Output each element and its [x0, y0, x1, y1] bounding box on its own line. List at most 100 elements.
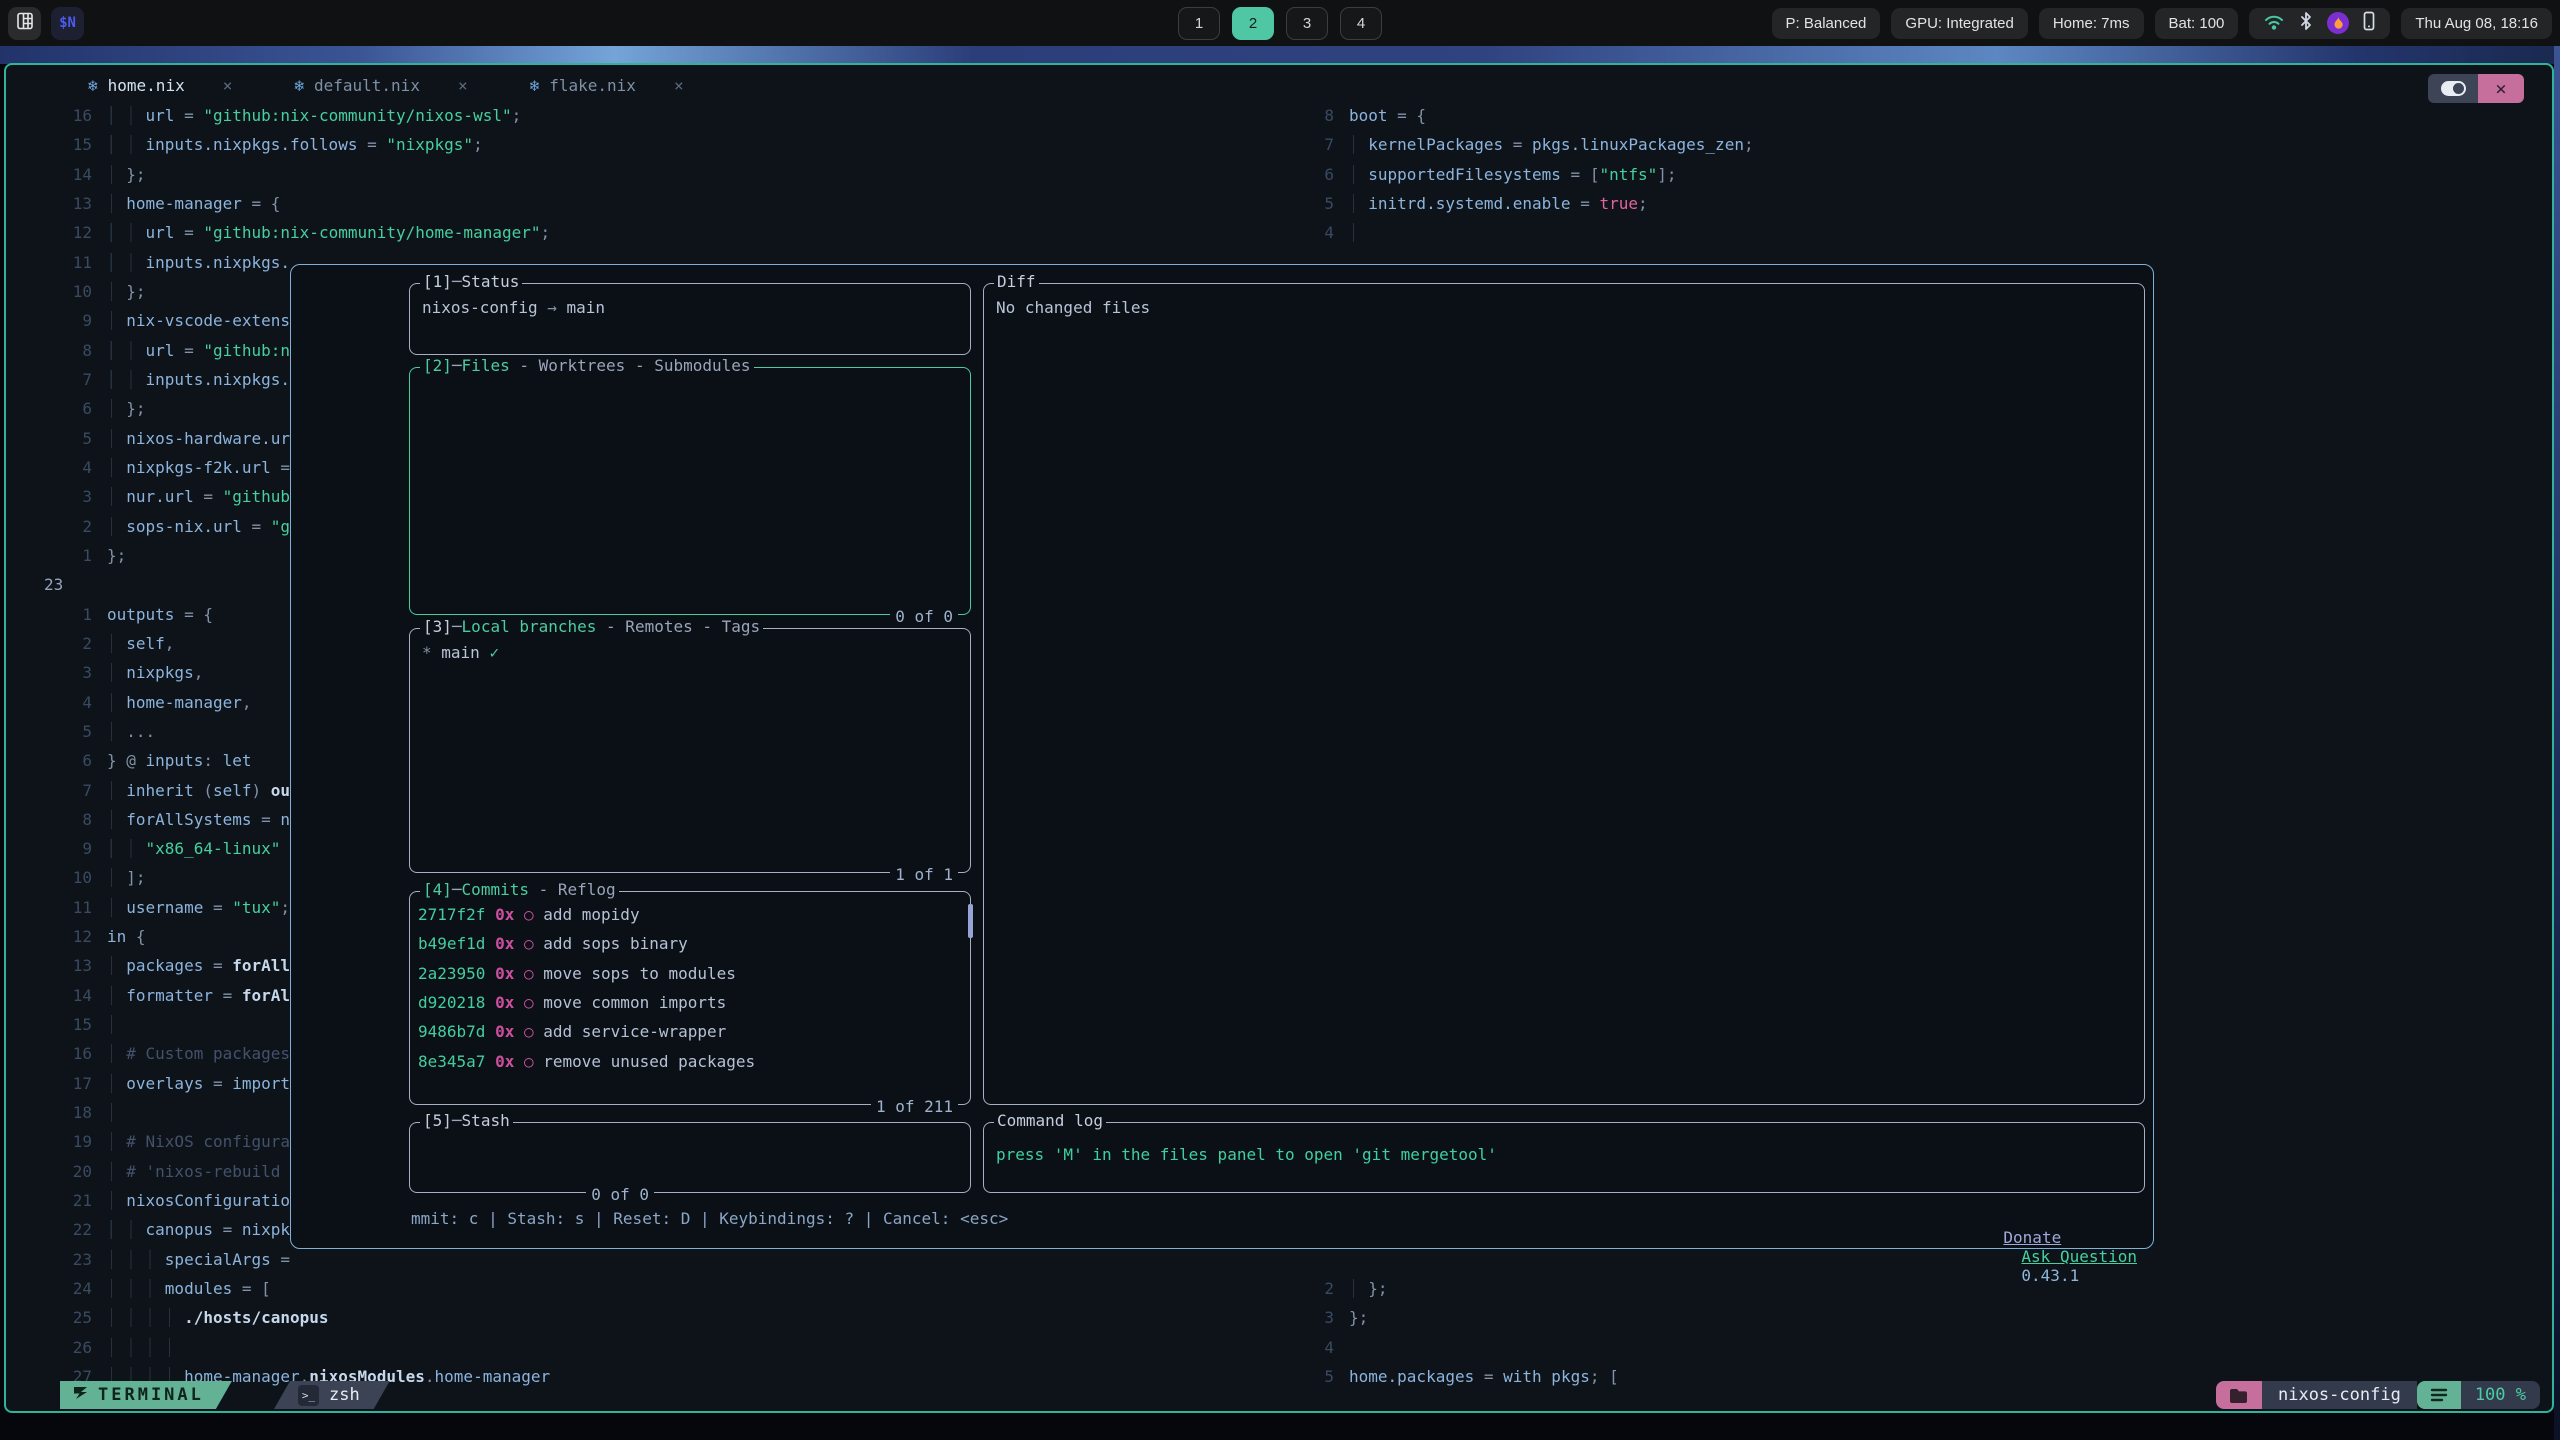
commit-row[interactable]: 8e345a7 0x ○ remove unused packages	[418, 1047, 962, 1076]
workspace-button-4[interactable]: 4	[1340, 7, 1382, 40]
current-line-number: 23	[44, 575, 92, 594]
code-text: packages = forAll	[107, 956, 290, 975]
line-number: 21	[44, 1191, 92, 1210]
line-number: 11	[44, 253, 92, 272]
code-line: 7 inputs.nixpkgs.	[44, 365, 290, 394]
donate-link[interactable]: Donate	[2003, 1228, 2061, 1247]
bluetooth-icon[interactable]	[2298, 11, 2314, 35]
code-text: ./hosts/canopus	[107, 1308, 329, 1327]
tab-label: default.nix	[314, 76, 420, 95]
line-number: 15	[44, 135, 92, 154]
code-line: 7 inherit (self) ou	[44, 775, 290, 804]
close-icon: ×	[2495, 78, 2506, 100]
status-panel-content: nixos-config → main	[410, 284, 970, 331]
line-number: 19	[44, 1132, 92, 1151]
commit-hash: 2717f2f	[418, 905, 485, 924]
commits-scrollbar[interactable]	[968, 904, 973, 938]
workspace-button-2[interactable]: 2	[1232, 7, 1274, 40]
commit-row[interactable]: 9486b7d 0x ○ add service-wrapper	[418, 1017, 962, 1046]
line-number: 6	[44, 399, 92, 418]
status-pill-1[interactable]: GPU: Integrated	[1891, 8, 2027, 39]
status-pill-2[interactable]: Home: 7ms	[2039, 8, 2144, 39]
close-window-button[interactable]: ×	[2478, 74, 2524, 103]
toggle-icon	[2441, 81, 2466, 96]
tab-home.nix[interactable]: ❄home.nix×	[88, 76, 232, 95]
code-text: self,	[107, 634, 174, 653]
tab-close-icon[interactable]: ×	[674, 76, 684, 95]
code-line: 18	[44, 1098, 126, 1127]
commit-hash: 2a23950	[418, 964, 485, 983]
code-line: 13 home-manager = {	[44, 189, 280, 218]
line-number: 9	[44, 311, 92, 330]
line-number: 2	[44, 634, 92, 653]
line-number: 13	[44, 194, 92, 213]
code-text: };	[1349, 1279, 1388, 1298]
pin-toggle-button[interactable]	[2428, 74, 2478, 103]
commit-graph-node-icon: ○	[514, 934, 533, 953]
nix-shell-button[interactable]: $N	[51, 7, 84, 40]
line-number: 14	[44, 986, 92, 1005]
branches-panel-title: [3]─Local branches - Remotes - Tags	[420, 617, 763, 636]
shell-tab[interactable]: >_ zsh	[274, 1381, 390, 1409]
workspace-button-3[interactable]: 3	[1286, 7, 1328, 40]
code-text: initrd.systemd.enable = true;	[1349, 194, 1648, 213]
code-line: 21 nixosConfiguratio	[44, 1186, 290, 1215]
code-text	[1349, 223, 1368, 242]
topbar-right-group: P: Balanced GPU: Integrated Home: 7ms Bat: …	[1772, 8, 2552, 39]
tab-close-icon[interactable]: ×	[223, 76, 233, 95]
lazygit-branches-panel[interactable]: [3]─Local branches - Remotes - Tags * ma…	[409, 628, 971, 873]
line-number: 25	[44, 1308, 92, 1327]
code-line: 3};	[1286, 1303, 1368, 1332]
line-number: 4	[44, 458, 92, 477]
line-number: 7	[44, 781, 92, 800]
code-text: formatter = forAl	[107, 986, 290, 1005]
firefox-flame-icon[interactable]	[2327, 12, 2349, 34]
tab-flake.nix[interactable]: ❄flake.nix×	[530, 76, 684, 95]
commit-graph-node-icon: ○	[514, 993, 533, 1012]
line-number: 1	[44, 546, 92, 565]
commit-row[interactable]: 2717f2f 0x ○ add mopidy	[418, 900, 962, 929]
code-line: 10 ];	[44, 863, 146, 892]
app-launcher-button[interactable]	[8, 7, 41, 40]
lazygit-diff-panel[interactable]: Diff No changed files	[983, 283, 2145, 1105]
lazygit-command-log-panel[interactable]: Command log press 'M' in the files panel…	[983, 1122, 2145, 1193]
code-line: 1};	[44, 541, 126, 570]
line-number: 10	[44, 282, 92, 301]
commits-count: 1 of 211	[871, 1097, 958, 1116]
system-tray[interactable]	[2249, 8, 2390, 39]
status-pill-0[interactable]: P: Balanced	[1772, 8, 1881, 39]
code-line: 23 specialArgs =	[44, 1244, 290, 1273]
lazygit-status-panel[interactable]: [1]─Status nixos-config → main	[409, 283, 971, 355]
lazygit-stash-panel[interactable]: [5]─Stash 0 of 0	[409, 1122, 971, 1193]
phone-icon[interactable]	[2362, 11, 2376, 35]
mode-badge: TERMINAL	[60, 1381, 232, 1409]
line-number: 4	[44, 693, 92, 712]
line-number: 18	[44, 1103, 92, 1122]
tab-close-icon[interactable]: ×	[458, 76, 468, 95]
code-text: forAllSystems = n	[107, 810, 290, 829]
code-text	[107, 1015, 126, 1034]
line-number: 20	[44, 1162, 92, 1181]
commit-hash: 8e345a7	[418, 1052, 485, 1071]
workspace-button-1[interactable]: 1	[1178, 7, 1220, 40]
code-line: 22 canopus = nixpk	[44, 1215, 290, 1244]
ask-question-link[interactable]: Ask Question	[2021, 1247, 2137, 1266]
network-wifi-icon[interactable]	[2263, 12, 2285, 35]
clock[interactable]: Thu Aug 08, 18:16	[2401, 8, 2552, 39]
commit-row[interactable]: d920218 0x ○ move common imports	[418, 988, 962, 1017]
commit-row[interactable]: b49ef1d 0x ○ add sops binary	[418, 929, 962, 958]
commit-message: add sops binary	[534, 934, 688, 953]
code-text: # NixOS configura	[107, 1132, 290, 1151]
diff-panel-title: Diff	[994, 272, 1039, 291]
code-text: in {	[107, 927, 146, 946]
lazygit-files-panel[interactable]: [2]─Files - Worktrees - Submodules 0 of …	[409, 367, 971, 615]
commit-row[interactable]: 2a23950 0x ○ move sops to modules	[418, 959, 962, 988]
status-pill-3[interactable]: Bat: 100	[2155, 8, 2239, 39]
tab-default.nix[interactable]: ❄default.nix×	[294, 76, 467, 95]
code-line: 2 };	[1286, 1274, 1388, 1303]
code-line: 15 inputs.nixpkgs.follows = "nixpkgs";	[44, 130, 483, 159]
commit-author: 0x	[485, 964, 514, 983]
branch-list-item[interactable]: * main ✓	[410, 629, 970, 676]
code-text: url = "github:nix-community/nixos-wsl";	[107, 106, 521, 125]
lazygit-commits-panel[interactable]: [4]─Commits - Reflog 2717f2f 0x ○ add mo…	[409, 891, 971, 1105]
